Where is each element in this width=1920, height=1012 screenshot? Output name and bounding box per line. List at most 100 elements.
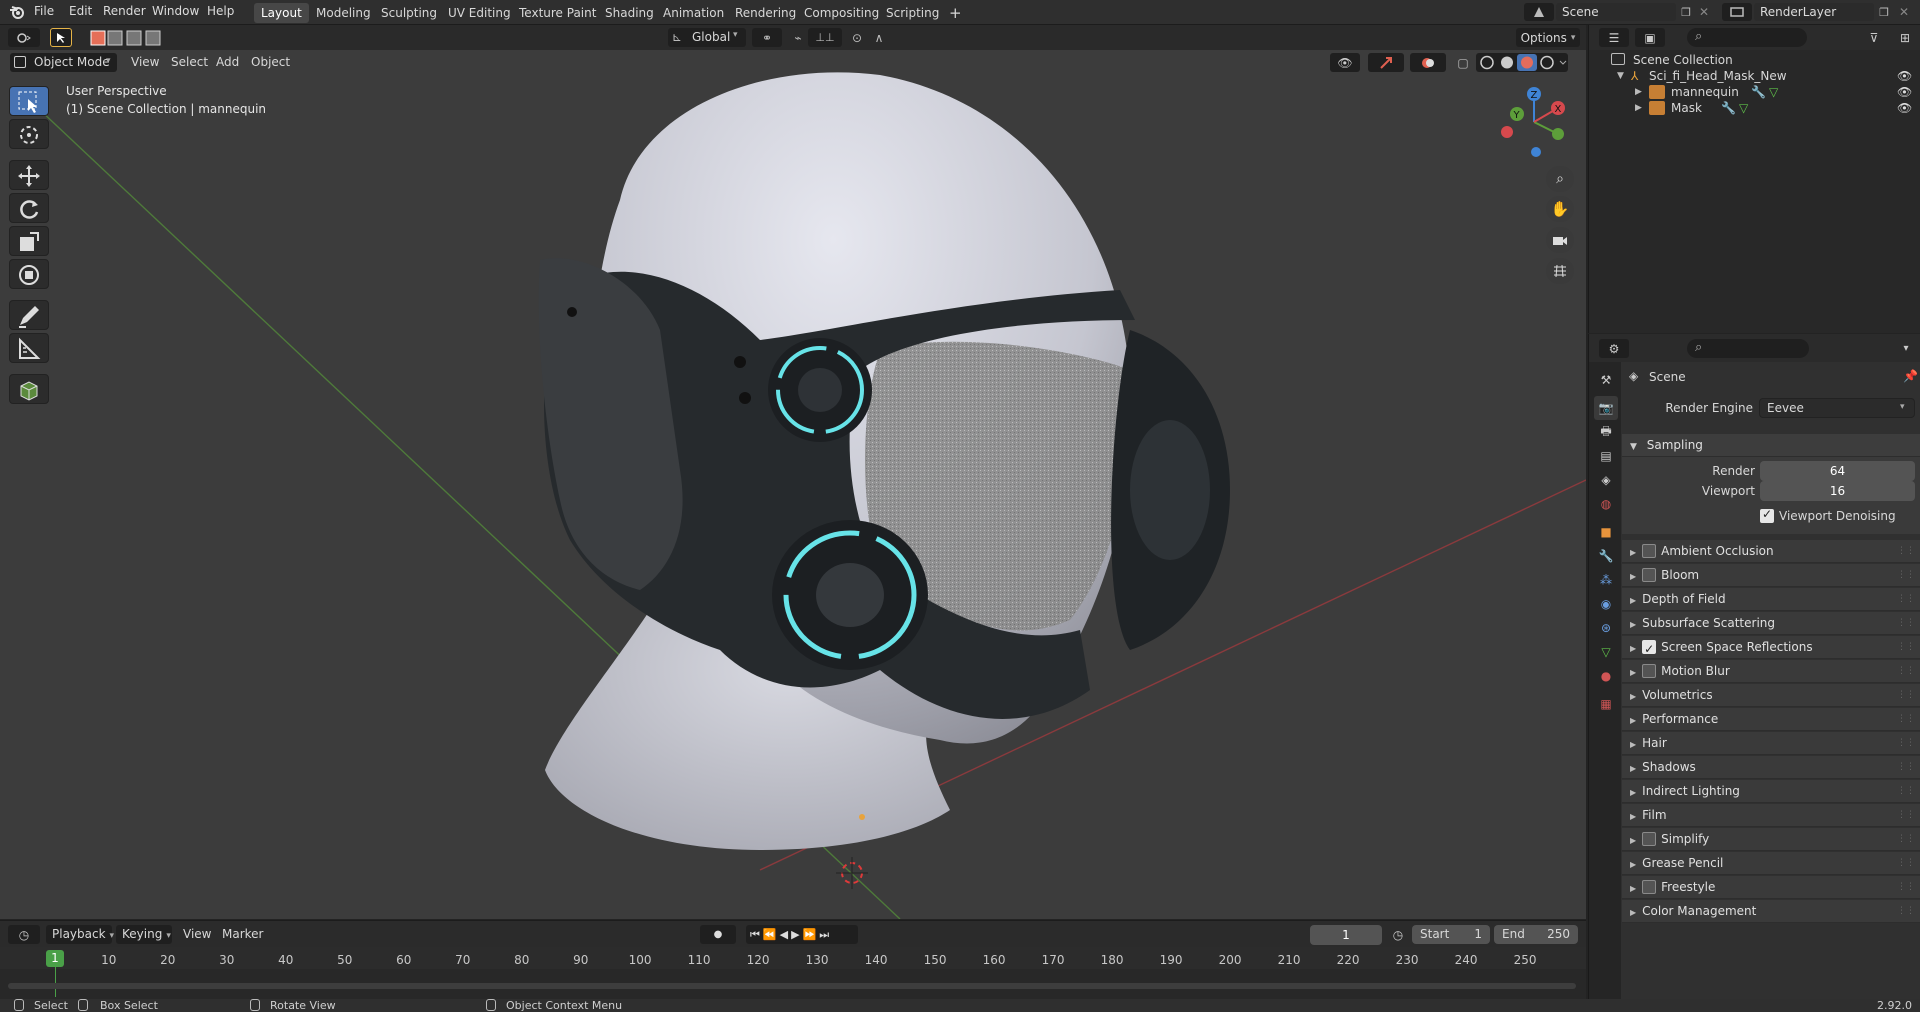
tab-sculpting[interactable]: Sculpting: [374, 3, 444, 23]
outliner-search-input[interactable]: ⌕: [1687, 28, 1807, 47]
xray-toggle-icon[interactable]: ▢: [1454, 53, 1472, 72]
close-scene-icon[interactable]: ✕: [1696, 4, 1712, 20]
checkbox-checked[interactable]: [1642, 638, 1657, 661]
output-tab-icon[interactable]: 🖶: [1594, 420, 1618, 444]
chevron-down-icon[interactable]: ▾: [1897, 339, 1915, 358]
render-engine-dropdown[interactable]: Eevee ▾: [1759, 398, 1915, 418]
camera-view-button[interactable]: [1546, 227, 1574, 253]
add-cube-tool[interactable]: [9, 374, 49, 404]
tab-modeling[interactable]: Modeling: [309, 3, 378, 23]
physics-tab-icon[interactable]: ◉: [1594, 592, 1618, 616]
expand-arrow-icon[interactable]: ▶: [1630, 812, 1636, 821]
select-mode-cursor-icon[interactable]: [50, 28, 72, 47]
add-workspace-button[interactable]: +: [942, 3, 969, 23]
checkbox[interactable]: [1642, 568, 1657, 582]
jump-end-icon[interactable]: ⏭: [819, 928, 832, 941]
marker-menu[interactable]: Marker: [222, 927, 263, 941]
expand-arrow-icon[interactable]: ▶: [1635, 98, 1642, 118]
panel-film[interactable]: ▶ Film ⋮⋮: [1622, 804, 1920, 827]
3d-viewport[interactable]: User Perspective (1) Scene Collection | …: [0, 50, 1586, 919]
panel-screen-space-reflections[interactable]: ▶ Screen Space Reflections ⋮⋮: [1622, 636, 1920, 661]
start-frame-field[interactable]: Start 1: [1412, 925, 1490, 944]
render-tab-icon[interactable]: 📷: [1594, 396, 1618, 420]
keying-menu[interactable]: Keying ▾: [116, 925, 172, 944]
expand-arrow-icon[interactable]: ▶: [1630, 860, 1636, 869]
drag-handle-icon[interactable]: ⋮⋮: [1897, 684, 1915, 707]
tab-compositing[interactable]: Compositing: [797, 3, 886, 23]
drag-handle-icon[interactable]: ⋮⋮: [1897, 780, 1915, 803]
rendered-shading-icon[interactable]: [1540, 55, 1554, 70]
constraints-tab-icon[interactable]: ⊛: [1594, 616, 1618, 640]
viewlayer-name-field[interactable]: RenderLayer: [1754, 3, 1874, 21]
tab-animation[interactable]: Animation: [656, 3, 731, 23]
panel-shadows[interactable]: ▶ Shadows ⋮⋮: [1622, 756, 1920, 779]
drag-handle-icon[interactable]: ⋮⋮: [1897, 732, 1915, 755]
solid-shading-icon[interactable]: [1501, 56, 1513, 69]
panel-color-management[interactable]: ▶ Color Management ⋮⋮: [1622, 900, 1920, 923]
snap-toggle-icon[interactable]: ⌁: [788, 28, 808, 47]
view-layer-tab-icon[interactable]: ▤: [1594, 444, 1618, 468]
scene-name-field[interactable]: Scene: [1556, 3, 1676, 21]
outliner-row-mask[interactable]: ▶ Mask 🔧 ▽ 👁: [1589, 98, 1920, 118]
close-viewlayer-icon[interactable]: ✕: [1896, 4, 1912, 20]
modifier-tab-icon[interactable]: 🔧: [1594, 544, 1618, 568]
eye-icon[interactable]: 👁: [1897, 98, 1912, 118]
navigation-gizmo[interactable]: Z X Y: [1498, 86, 1570, 158]
checkbox[interactable]: [1642, 832, 1657, 846]
render-samples-field[interactable]: 64: [1760, 461, 1915, 481]
move-tool[interactable]: [9, 160, 49, 190]
drag-handle-icon[interactable]: ⋮⋮: [1897, 540, 1915, 563]
tab-texture-paint[interactable]: Texture Paint: [512, 3, 603, 23]
expand-arrow-icon[interactable]: ▶: [1630, 908, 1636, 917]
current-frame-field[interactable]: 1: [1310, 925, 1382, 945]
checkbox[interactable]: [1642, 664, 1657, 678]
tab-uv-editing[interactable]: UV Editing: [441, 3, 518, 23]
expand-arrow-icon[interactable]: ▶: [1630, 884, 1636, 893]
end-frame-field[interactable]: End 250: [1494, 925, 1578, 944]
measure-tool[interactable]: [9, 333, 49, 363]
expand-arrow-icon[interactable]: ▶: [1630, 716, 1636, 725]
play-reverse-icon[interactable]: ◀: [780, 928, 791, 941]
gizmo-y-neg[interactable]: [1552, 128, 1564, 140]
rotate-tool[interactable]: [9, 193, 49, 223]
panel-grease-pencil[interactable]: ▶ Grease Pencil ⋮⋮: [1622, 852, 1920, 875]
mode-dropdown[interactable]: Object Mode ▾: [10, 53, 117, 72]
prev-keyframe-icon[interactable]: ⏪: [763, 928, 780, 941]
selection-mode-buttons[interactable]: [90, 30, 170, 46]
panel-freestyle[interactable]: ▶ Freestyle ⋮⋮: [1622, 876, 1920, 899]
viewport-samples-field[interactable]: 16: [1760, 481, 1915, 501]
pin-icon[interactable]: 📌: [1903, 369, 1918, 383]
world-tab-icon[interactable]: ◍: [1594, 492, 1618, 516]
panel-subsurface-scattering[interactable]: ▶ Subsurface Scattering ⋮⋮: [1622, 612, 1920, 635]
stopwatch-icon[interactable]: ◷: [1388, 925, 1408, 944]
panel-volumetrics[interactable]: ▶ Volumetrics ⋮⋮: [1622, 684, 1920, 707]
visibility-selectable-icon[interactable]: 👁: [1330, 53, 1360, 72]
expand-arrow-icon[interactable]: ▶: [1630, 620, 1636, 629]
viewlayer-browse-icon[interactable]: [1722, 3, 1752, 21]
checkbox[interactable]: [1642, 880, 1657, 894]
drag-handle-icon[interactable]: ⋮⋮: [1897, 876, 1915, 899]
menu-help[interactable]: Help: [207, 4, 234, 18]
drag-handle-icon[interactable]: ⋮⋮: [1897, 852, 1915, 875]
play-icon[interactable]: ▶: [791, 928, 802, 941]
expand-arrow-icon[interactable]: ▶: [1630, 764, 1636, 773]
pivot-point-icon[interactable]: ⚭: [752, 28, 782, 47]
falloff-icon[interactable]: ∧: [868, 28, 890, 47]
tab-scripting[interactable]: Scripting: [879, 3, 946, 23]
record-icon[interactable]: ●: [700, 925, 736, 944]
object-tab-icon[interactable]: ■: [1594, 520, 1618, 544]
new-collection-icon[interactable]: ⊞: [1895, 28, 1915, 47]
panel-indirect-lighting[interactable]: ▶ Indirect Lighting ⋮⋮: [1622, 780, 1920, 803]
expand-arrow-icon[interactable]: ▶: [1630, 692, 1636, 701]
transform-orientation-dropdown[interactable]: ⊾ Global ▾: [668, 28, 746, 47]
expand-arrow-icon[interactable]: ▶: [1630, 644, 1636, 653]
timeline[interactable]: 10 20 30 40 50 60 70 80 90 100 110 120 130 140 150 160 1…: [0, 947, 1586, 999]
menu-edit[interactable]: Edit: [69, 4, 92, 18]
menu-file[interactable]: File: [34, 4, 54, 18]
drag-handle-icon[interactable]: ⋮⋮: [1897, 804, 1915, 827]
texture-tab-icon[interactable]: ▦: [1594, 692, 1618, 716]
timeline-view-menu[interactable]: View: [183, 927, 211, 941]
drag-handle-icon[interactable]: ⋮⋮: [1897, 708, 1915, 731]
drag-handle-icon[interactable]: ⋮⋮: [1897, 756, 1915, 779]
menu-render[interactable]: Render: [103, 4, 146, 18]
